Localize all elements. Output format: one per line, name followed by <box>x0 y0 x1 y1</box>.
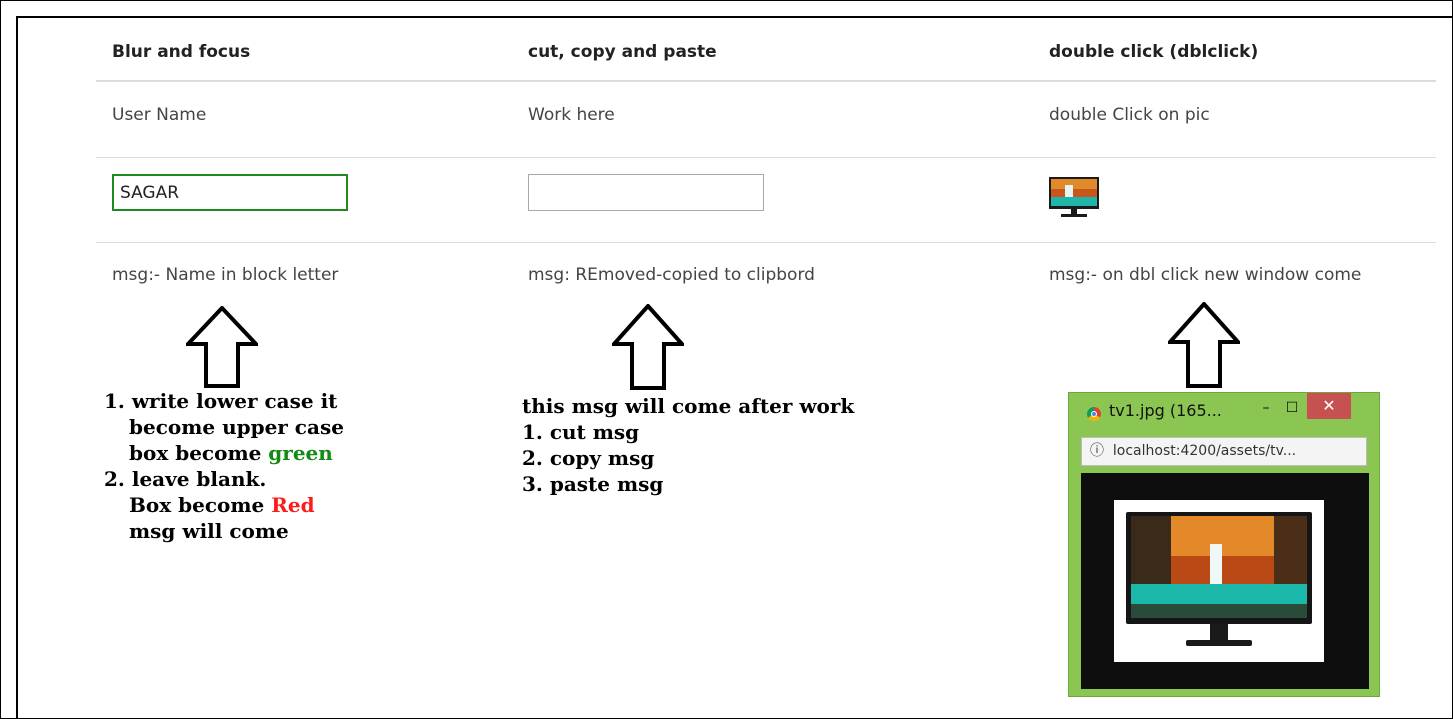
minimize-button[interactable]: – <box>1255 397 1277 419</box>
note-line: 1. write lower case it <box>104 389 338 413</box>
msg-blur-focus: msg:- Name in block letter <box>112 265 339 285</box>
chrome-icon <box>1087 407 1101 421</box>
address-bar[interactable]: ⓘ localhost:4200/assets/tv... <box>1081 437 1367 466</box>
row-divider <box>96 242 1436 243</box>
work-here-input[interactable] <box>528 174 764 211</box>
note-line: 1. cut msg <box>522 420 640 444</box>
image-popup-window[interactable]: tv1.jpg (165... – ☐ ✕ ⓘ localhost:4200/a… <box>1068 392 1380 697</box>
note-line: become upper case <box>129 415 344 439</box>
note-line: 3. paste msg <box>522 472 664 496</box>
note-line: box become green <box>129 441 333 465</box>
up-arrow-icon <box>186 306 258 388</box>
header-blur-focus: Blur and focus <box>112 42 251 62</box>
header-cut-copy-paste: cut, copy and paste <box>528 42 717 62</box>
green-word: green <box>268 441 333 465</box>
note-blur-focus: 1. write lower case it become upper case… <box>104 388 344 544</box>
label-work-here: Work here <box>528 105 615 125</box>
note-line: this msg will come after work <box>522 394 855 418</box>
popup-url: localhost:4200/assets/tv... <box>1112 443 1297 459</box>
popup-title: tv1.jpg (165... <box>1109 401 1222 420</box>
row-divider <box>96 157 1436 158</box>
note-line: 2. copy msg <box>522 446 655 470</box>
label-user-name: User Name <box>112 105 207 125</box>
msg-double-click: msg:- on dbl click new window come <box>1049 265 1362 285</box>
header-divider <box>96 80 1436 82</box>
up-arrow-icon <box>612 304 684 390</box>
tv-thumbnail-icon[interactable] <box>1049 177 1099 219</box>
msg-cut-copy-paste: msg: REmoved-copied to clipbord <box>528 265 815 285</box>
note-cut-copy-paste: this msg will come after work 1. cut msg… <box>522 393 854 497</box>
note-line: Box become Red <box>129 493 315 517</box>
user-name-input[interactable] <box>112 174 348 211</box>
note-line: 2. leave blank. <box>104 467 267 491</box>
image-viewer <box>1081 473 1369 689</box>
up-arrow-icon <box>1168 302 1240 388</box>
tv-image <box>1114 500 1324 662</box>
maximize-button[interactable]: ☐ <box>1281 397 1303 419</box>
close-button[interactable]: ✕ <box>1307 393 1351 419</box>
header-double-click: double click (dblclick) <box>1049 42 1259 62</box>
info-icon: ⓘ <box>1090 443 1104 459</box>
red-word: Red <box>271 493 315 517</box>
label-double-click-pic: double Click on pic <box>1049 105 1210 125</box>
note-line: msg will come <box>129 519 289 543</box>
